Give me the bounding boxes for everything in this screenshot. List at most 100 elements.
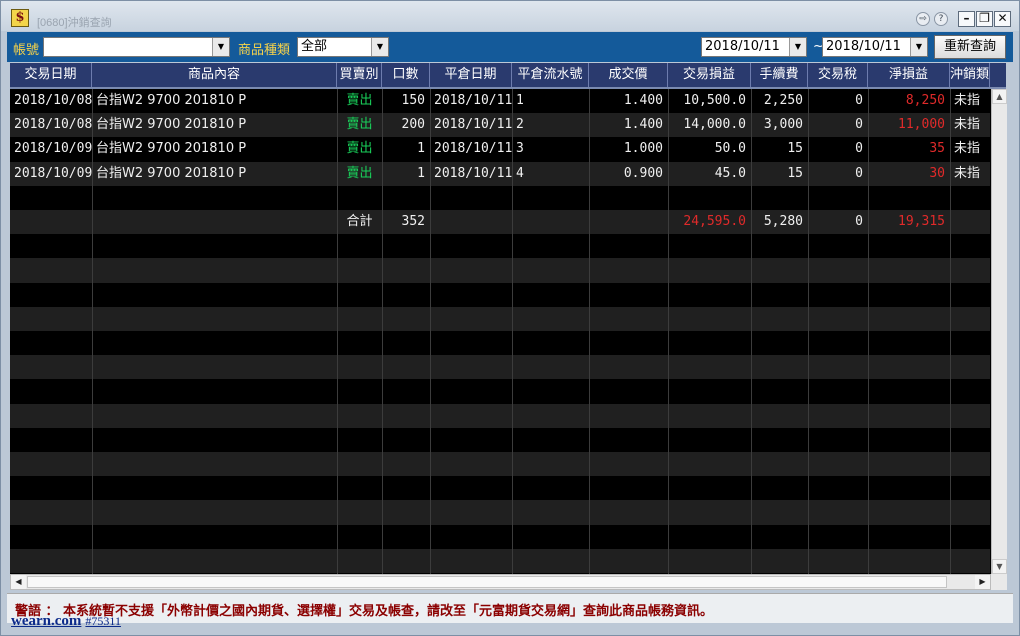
table-row[interactable] [10,524,990,549]
cell-tax: 0 [855,141,863,157]
header-serial[interactable]: 平倉流水號 [512,63,589,87]
minimize-button[interactable]: – [958,11,975,27]
watermark: wearn.com #75311 [11,612,121,630]
cell-price: 1.400 [623,117,663,133]
horizontal-scroll-thumb[interactable] [27,576,947,588]
cell-type: 未指 [954,141,981,157]
header-side[interactable]: 買賣別 [337,63,382,87]
close-button[interactable]: ✕ [994,11,1011,27]
cell-net: 8,250 [905,93,945,108]
cell-qty: 1 [417,141,425,157]
header-trade-date[interactable]: 交易日期 [10,63,92,87]
grid-column-divider [512,89,513,574]
cell-price: 0.900 [623,165,663,181]
restore-button[interactable]: ❐ [976,11,993,27]
cell-product: 台指W2 9700 201810 P [96,93,247,108]
cell-type: 未指 [954,165,981,181]
product-type-select[interactable]: 全部 ▼ [297,37,389,57]
cell-pl: 50.0 [714,141,746,157]
vertical-scrollbar[interactable]: ▲ ▼ [991,89,1007,574]
table-row[interactable] [10,331,990,356]
table-row[interactable] [10,379,990,404]
title-bar: $ [0680]沖銷查詢 ⇨ ? – ❐ ✕ [1,1,1019,31]
date-to-picker[interactable]: 2018/10/11 ▼ [822,37,928,57]
cell-qty: 352 [401,214,425,229]
table-row[interactable] [10,548,990,573]
header-product[interactable]: 商品內容 [92,63,337,87]
header-close-date[interactable]: 平倉日期 [430,63,512,87]
table-row[interactable] [10,282,990,307]
footer-bar: 警語 ： 本系統暫不支援「外幣計價之國內期貨、選擇權」交易及帳查，請改至「元富期… [7,593,1013,623]
watermark-id[interactable]: #75311 [85,614,121,628]
cell-fee: 15 [787,141,803,157]
cell-fee: 5,280 [763,214,803,229]
account-label: 帳號 [13,43,40,58]
cell-product: 台指W2 9700 201810 P [96,141,247,157]
table-row[interactable] [10,306,990,331]
grid-body: 2018/10/08 台指W2 9700 201810 P 賣出 150 2018/10… [10,89,990,574]
chevron-down-icon[interactable]: ▼ [789,38,806,56]
header-net[interactable]: 淨損益 [868,63,950,87]
table-row[interactable]: 合計 352 24,595.0 5,280 0 19,315 [10,210,990,235]
header-fee[interactable]: 手續費 [751,63,808,87]
scroll-down-icon[interactable]: ▼ [992,559,1007,574]
header-type[interactable]: 沖銷類 [950,63,990,87]
scroll-up-icon[interactable]: ▲ [992,89,1007,104]
export-icon[interactable]: ⇨ [916,12,930,26]
grid-column-divider [92,89,93,574]
cell-type: 未指 [954,117,981,133]
cell-pl: 45.0 [714,165,746,181]
cell-qty: 200 [401,117,425,133]
table-row[interactable] [10,476,990,501]
table-row[interactable]: 2018/10/08 台指W2 9700 201810 P 賣出 200 2018/10… [10,113,990,138]
table-row[interactable] [10,427,990,452]
cell-side: 賣出 [346,93,373,108]
header-pl[interactable]: 交易損益 [668,63,751,87]
chevron-down-icon[interactable]: ▼ [910,38,927,56]
cell-side: 合計 [346,214,373,229]
table-row[interactable] [10,185,990,210]
help-icon[interactable]: ? [934,12,948,26]
cell-tax: 0 [855,117,863,133]
grid-column-divider [382,89,383,574]
table-row[interactable]: 2018/10/09 台指W2 9700 201810 P 賣出 1 2018/10/1… [10,137,990,162]
cell-net: 11,000 [898,117,945,133]
header-tax[interactable]: 交易稅 [808,63,868,87]
cell-tax: 0 [855,214,863,229]
watermark-site[interactable]: wearn.com [11,613,81,629]
table-row[interactable] [10,500,990,525]
cell-fee: 3,000 [763,117,803,133]
cell-tax: 0 [855,93,863,108]
table-row[interactable] [10,355,990,380]
cell-trade-date: 2018/10/08 [14,117,92,133]
date-to-value: 2018/10/11 [826,39,901,54]
scroll-left-icon[interactable]: ◀ [11,575,26,589]
offset-grid: 交易日期 商品內容 買賣別 口數 平倉日期 平倉流水號 成交價 交易損益 手續費 交易稅 淨損益 沖銷… [10,63,1006,574]
query-window: $ [0680]沖銷查詢 ⇨ ? – ❐ ✕ 帳號 ▼ 商品種類 全部 ▼ 20… [0,0,1020,636]
cell-trade-date: 2018/10/08 [14,93,92,108]
cell-pl: 24,595.0 [683,214,746,229]
app-logo-icon: $ [11,9,29,27]
requery-button[interactable]: 重新查詢 [934,35,1006,59]
table-row[interactable] [10,403,990,428]
date-from-picker[interactable]: 2018/10/11 ▼ [701,37,807,57]
header-price[interactable]: 成交價 [589,63,668,87]
window-title: [0680]沖銷查詢 [37,17,112,29]
table-row[interactable]: 2018/10/08 台指W2 9700 201810 P 賣出 150 2018/10… [10,89,990,114]
chevron-down-icon[interactable]: ▼ [371,38,388,56]
cell-close-date: 2018/10/11 [434,117,512,133]
table-row[interactable] [10,234,990,259]
cell-net: 30 [929,165,945,181]
scroll-right-icon[interactable]: ▶ [975,575,990,589]
grid-column-divider [589,89,590,574]
table-row[interactable] [10,258,990,283]
header-qty[interactable]: 口數 [382,63,430,87]
account-select[interactable]: ▼ [43,37,230,57]
horizontal-scrollbar[interactable]: ◀ ▶ [10,574,991,590]
table-row[interactable] [10,452,990,477]
table-row[interactable]: 2018/10/09 台指W2 9700 201810 P 賣出 1 2018/10/1… [10,161,990,186]
chevron-down-icon[interactable]: ▼ [212,38,229,56]
grid-column-divider [751,89,752,574]
product-type-label: 商品種類 [238,43,291,58]
cell-net: 35 [929,141,945,157]
